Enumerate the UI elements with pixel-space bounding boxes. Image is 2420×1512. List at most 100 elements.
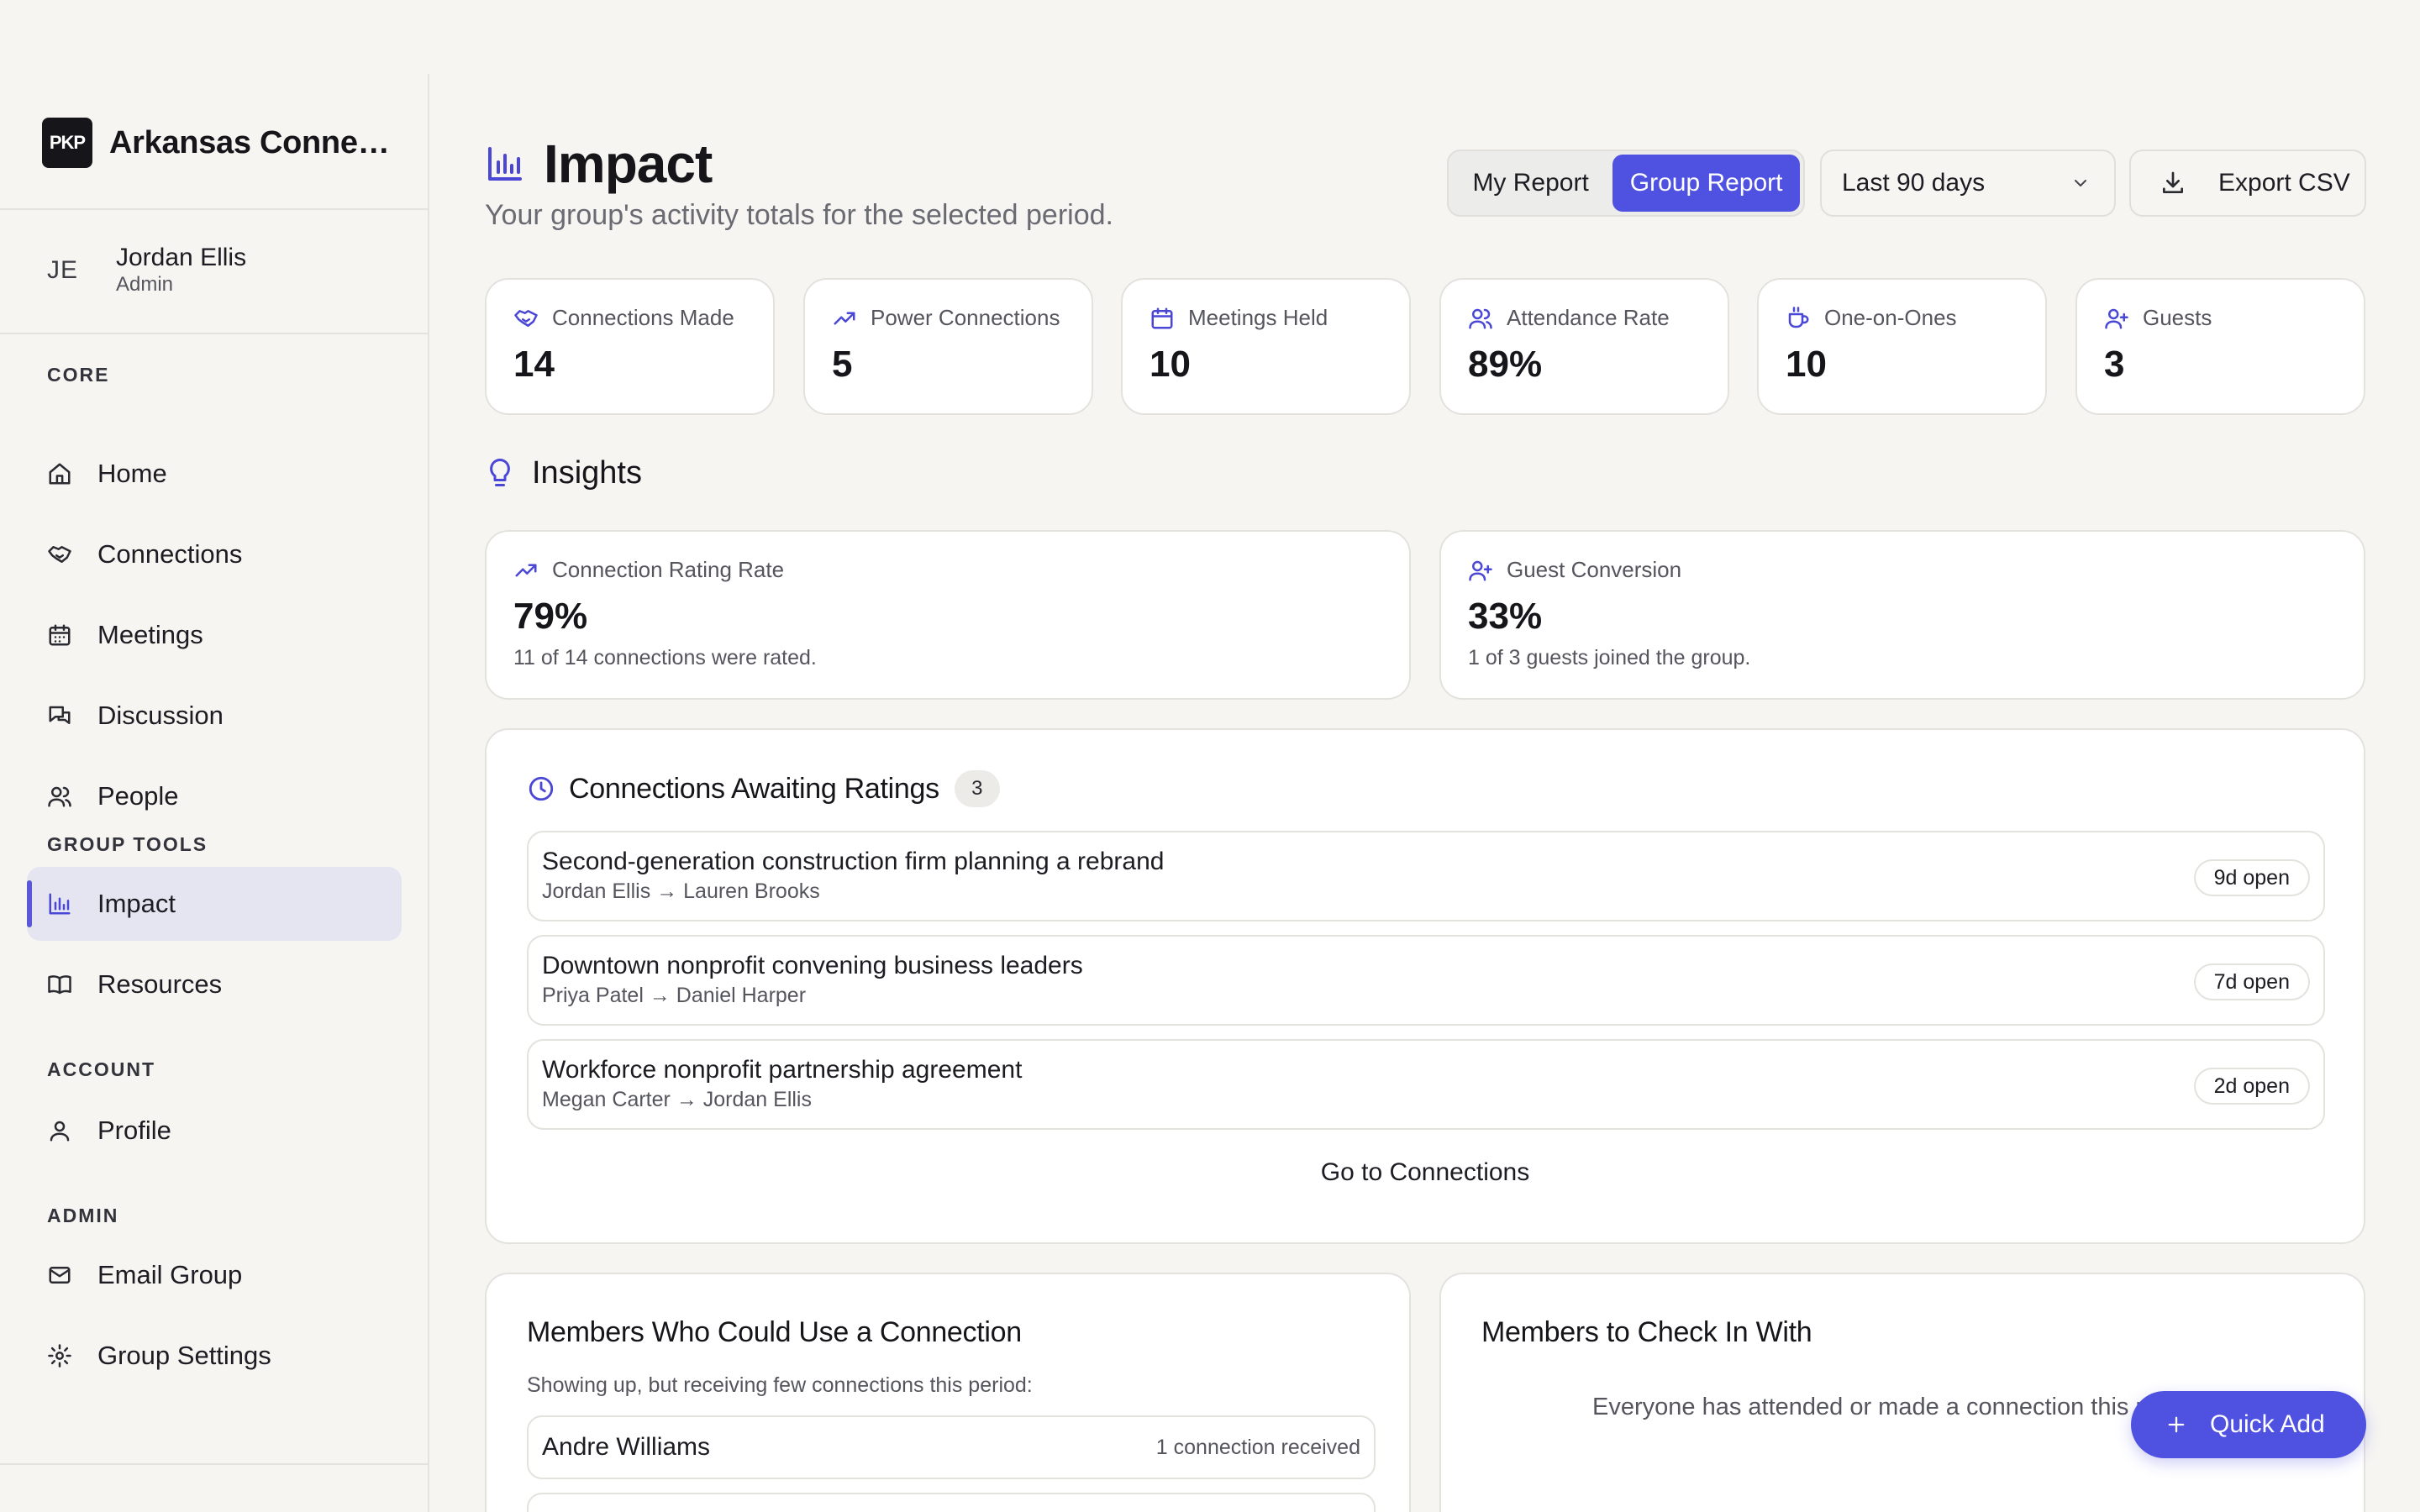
avatar: JE bbox=[47, 256, 79, 284]
awaiting-row[interactable]: Second-generation construction firm plan… bbox=[527, 831, 2325, 921]
sidebar-item-meetings[interactable]: Meetings bbox=[27, 598, 402, 672]
export-csv-label: Export CSV bbox=[2218, 169, 2350, 197]
sidebar-item-resources[interactable]: Resources bbox=[27, 948, 402, 1021]
page-subtitle: Your group's activity totals for the sel… bbox=[485, 199, 1113, 231]
stat-label: One-on-Ones bbox=[1824, 305, 1957, 330]
stat-label: Guests bbox=[2143, 305, 2212, 330]
awaiting-ratings-panel: Connections Awaiting Ratings 3 Second-ge… bbox=[485, 728, 2365, 1244]
chevron-down-icon bbox=[2075, 180, 2086, 186]
stat-card-power-connections: Power Connections 5 bbox=[803, 278, 1093, 415]
empty-state-text: Everyone has attended or made a connecti… bbox=[1592, 1394, 2211, 1420]
plus-icon bbox=[2168, 1416, 2185, 1433]
panel-title: Members Who Could Use a Connection bbox=[527, 1316, 1022, 1348]
go-to-connections-link[interactable]: Go to Connections bbox=[487, 1158, 2364, 1187]
sidebar-item-label: People bbox=[97, 781, 179, 811]
member-name: Andre Williams bbox=[542, 1433, 711, 1461]
stat-value: 5 bbox=[832, 344, 853, 385]
sidebar-divider bbox=[0, 333, 428, 334]
awaiting-row-title: Second-generation construction firm plan… bbox=[542, 848, 1165, 875]
coffee-icon bbox=[1788, 306, 1809, 328]
awaiting-row-title: Workforce nonprofit partnership agreemen… bbox=[542, 1056, 1023, 1084]
sidebar-item-label: Group Settings bbox=[97, 1341, 271, 1370]
page-header: Impact bbox=[485, 133, 713, 195]
awaiting-row[interactable]: Workforce nonprofit partnership agreemen… bbox=[527, 1039, 2325, 1130]
trending-up-icon bbox=[834, 312, 855, 324]
handshake-icon bbox=[48, 546, 71, 563]
bar-chart-icon bbox=[488, 147, 522, 181]
stat-card-meetings-held: Meetings Held 10 bbox=[1121, 278, 1411, 415]
insights-heading: Insights bbox=[485, 455, 642, 491]
insights-title: Insights bbox=[532, 455, 642, 491]
sidebar-item-label: Profile bbox=[97, 1116, 171, 1145]
sidebar-item-group-settings[interactable]: Group Settings bbox=[27, 1319, 402, 1393]
sidebar-item-people[interactable]: People bbox=[27, 759, 402, 833]
brand-name: Arkansas Connections Group bbox=[109, 124, 395, 160]
open-days-badge: 7d open bbox=[2193, 963, 2310, 1000]
stat-card-attendance-rate: Attendance Rate 89% bbox=[1439, 278, 1729, 415]
group-report-tab[interactable]: Group Report bbox=[1612, 155, 1800, 212]
member-row[interactable] bbox=[527, 1493, 1376, 1512]
brand[interactable]: PKP Arkansas Connections Group bbox=[42, 118, 395, 168]
bar-chart-icon bbox=[49, 893, 71, 915]
user-role: Admin bbox=[116, 273, 174, 296]
quick-add-button[interactable]: Quick Add bbox=[2131, 1391, 2366, 1458]
awaiting-row[interactable]: Downtown nonprofit convening business le… bbox=[527, 935, 2325, 1026]
stat-card-guests: Guests 3 bbox=[2075, 278, 2365, 415]
open-days-badge: 2d open bbox=[2193, 1068, 2310, 1105]
awaiting-row-people: Megan Carter → Jordan Ellis bbox=[542, 1088, 812, 1111]
sidebar-item-label: Resources bbox=[97, 969, 223, 999]
gear-icon bbox=[48, 1344, 71, 1368]
quick-add-label: Quick Add bbox=[2210, 1410, 2325, 1438]
period-select[interactable]: Last 90 days bbox=[1820, 150, 2116, 217]
user-card[interactable]: JE Jordan Ellis Admin bbox=[47, 244, 246, 297]
my-report-tab[interactable]: My Report bbox=[1452, 155, 1609, 212]
calendar-icon bbox=[49, 624, 71, 646]
user-plus-icon bbox=[1469, 560, 1492, 580]
sidebar-item-label: Discussion bbox=[97, 701, 224, 730]
stat-value: 10 bbox=[1786, 344, 1827, 385]
download-icon bbox=[2163, 171, 2183, 193]
sidebar-item-discussion[interactable]: Discussion bbox=[27, 679, 402, 753]
nav-section-group-tools: GROUP TOOLS bbox=[47, 833, 208, 855]
open-days-badge: 9d open bbox=[2193, 859, 2310, 896]
user-icon bbox=[50, 1121, 70, 1142]
sidebar-item-email-group[interactable]: Email Group bbox=[27, 1238, 402, 1312]
stat-label: Meetings Held bbox=[1188, 305, 1328, 330]
stat-label: Power Connections bbox=[871, 305, 1060, 330]
members-use-connection-panel: Members Who Could Use a Connection Showi… bbox=[485, 1273, 1411, 1512]
awaiting-row-title: Downtown nonprofit convening business le… bbox=[542, 952, 1083, 979]
sidebar-item-label: Connections bbox=[97, 539, 243, 569]
chat-icon bbox=[49, 706, 71, 724]
stat-label: Connections Made bbox=[552, 305, 734, 330]
stat-card-one-on-ones: One-on-Ones 10 bbox=[1757, 278, 2047, 415]
report-toggle: My Report Group Report bbox=[1447, 150, 1805, 217]
users-icon bbox=[1469, 308, 1492, 328]
page-title: Impact bbox=[544, 134, 713, 194]
sidebar-item-connections[interactable]: Connections bbox=[27, 517, 402, 591]
nav-section-account: ACCOUNT bbox=[47, 1058, 155, 1080]
period-select-value: Last 90 days bbox=[1842, 169, 1986, 197]
user-name: Jordan Ellis bbox=[116, 244, 247, 271]
stat-value: 89% bbox=[1468, 344, 1543, 385]
sidebar-item-impact[interactable]: Impact bbox=[27, 867, 402, 941]
nav-section-admin: ADMIN bbox=[47, 1205, 119, 1226]
sidebar-divider bbox=[0, 1463, 428, 1465]
awaiting-row-people: Priya Patel → Daniel Harper bbox=[542, 984, 807, 1007]
insight-value: 33% bbox=[1468, 596, 1543, 637]
sidebar-item-label: Impact bbox=[97, 889, 176, 918]
user-plus-icon bbox=[2105, 308, 2128, 328]
stat-card-connections-made: Connections Made 14 bbox=[485, 278, 775, 415]
sidebar-item-label: Meetings bbox=[97, 620, 203, 649]
lightbulb-icon bbox=[490, 458, 510, 486]
sidebar-item-home[interactable]: Home bbox=[27, 437, 402, 511]
stat-value: 10 bbox=[1150, 344, 1191, 385]
home-icon bbox=[49, 463, 71, 485]
stat-value: 3 bbox=[2104, 344, 2125, 385]
member-row[interactable]: Andre Williams 1 connection received bbox=[527, 1415, 1376, 1479]
sidebar-item-profile[interactable]: Profile bbox=[27, 1094, 402, 1168]
clock-icon bbox=[529, 776, 554, 801]
stat-value: 14 bbox=[513, 344, 555, 385]
export-csv-button[interactable]: Export CSV bbox=[2129, 150, 2366, 217]
calendar-icon bbox=[1151, 307, 1173, 328]
insight-card-guest-conversion: Guest Conversion 33% 1 of 3 guests joine… bbox=[1439, 530, 2365, 700]
